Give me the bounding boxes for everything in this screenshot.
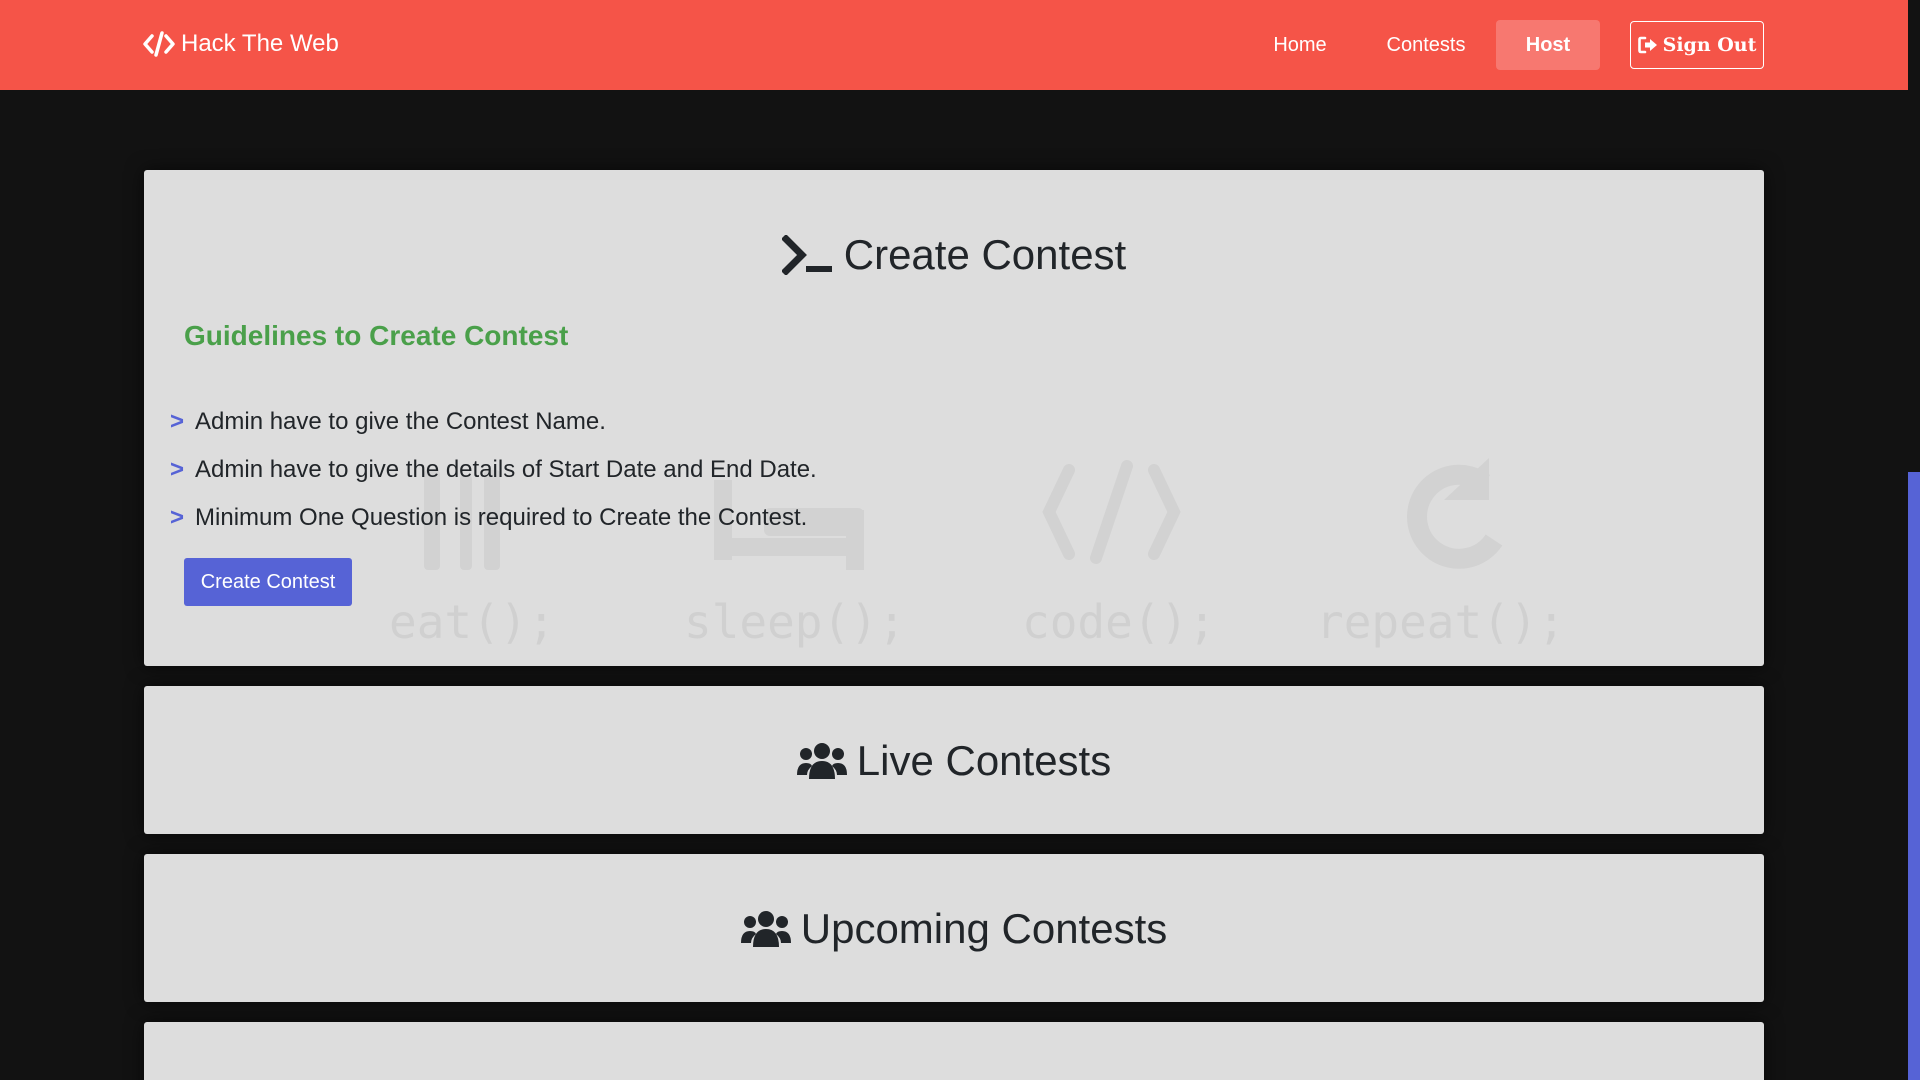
nav-host-link[interactable]: Host	[1496, 20, 1600, 70]
brand-name: Hack The Web	[181, 30, 339, 57]
guideline-item: > Minimum One Question is required to Cr…	[170, 494, 817, 542]
scrollbar-thumb[interactable]	[1908, 472, 1920, 1080]
guideline-text: Minimum One Question is required to Crea…	[195, 504, 808, 531]
guidelines-heading: Guidelines to Create Contest	[184, 320, 569, 351]
chevron-right-icon: >	[170, 504, 185, 531]
watermark-word: sleep();	[684, 595, 906, 649]
create-contest-title: Create Contest	[144, 230, 1764, 280]
watermark-word: code();	[1022, 595, 1216, 649]
upcoming-contests-title: Upcoming Contests	[144, 904, 1764, 954]
live-contests-card: Live Contests	[144, 686, 1764, 834]
chevron-right-icon: >	[170, 456, 185, 483]
users-icon	[740, 911, 791, 947]
top-navbar: Hack The Web Home Contests Host Sign Out	[0, 0, 1908, 90]
sign-out-label: Sign Out	[1662, 34, 1757, 56]
create-contest-heading: Create Contest	[843, 231, 1127, 278]
nav-home-link[interactable]: Home	[1260, 20, 1340, 70]
sign-out-button[interactable]: Sign Out	[1630, 21, 1764, 69]
guidelines-list: > Admin have to give the Contest Name. >…	[170, 398, 817, 542]
next-contests-card	[144, 1022, 1764, 1080]
upcoming-contests-heading: Upcoming Contests	[800, 905, 1168, 952]
brand-link[interactable]: Hack The Web	[143, 28, 339, 60]
sign-out-icon	[1637, 36, 1657, 54]
guideline-item: > Admin have to give the Contest Name.	[170, 398, 817, 446]
guideline-item: > Admin have to give the details of Star…	[170, 446, 817, 494]
create-contest-card: eat(); sleep(); code(); repeat(); Create…	[144, 170, 1764, 666]
chevron-right-icon: >	[170, 408, 185, 435]
code-icon	[143, 31, 175, 57]
watermark-word: eat();	[389, 595, 555, 649]
live-contests-title: Live Contests	[144, 736, 1764, 786]
nav-contests-link[interactable]: Contests	[1370, 20, 1482, 70]
create-contest-button[interactable]: Create Contest	[184, 558, 352, 606]
terminal-icon	[781, 235, 832, 275]
users-icon	[796, 743, 847, 779]
guideline-text: Admin have to give the details of Start …	[195, 456, 817, 483]
upcoming-contests-card: Upcoming Contests	[144, 854, 1764, 1002]
live-contests-heading: Live Contests	[856, 737, 1112, 784]
watermark-word: repeat();	[1316, 595, 1565, 649]
guideline-text: Admin have to give the Contest Name.	[195, 408, 606, 435]
